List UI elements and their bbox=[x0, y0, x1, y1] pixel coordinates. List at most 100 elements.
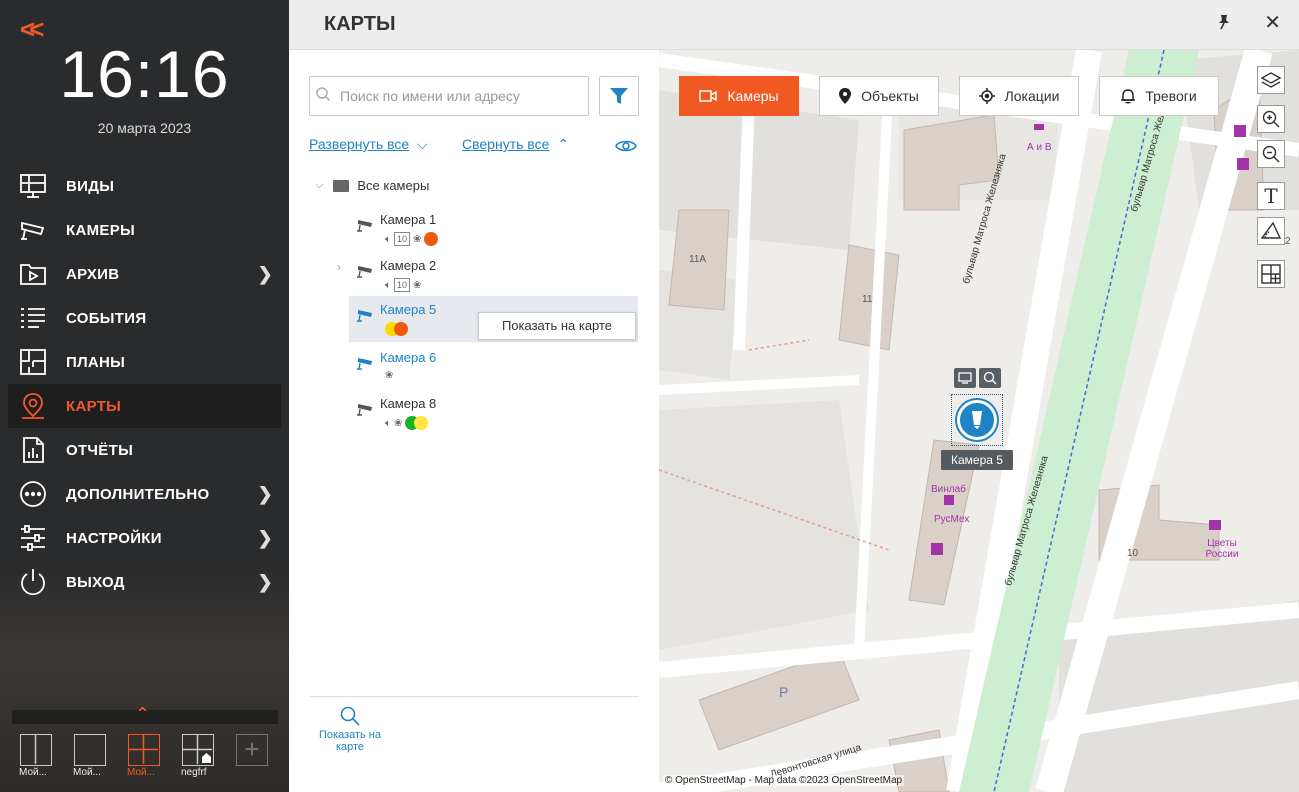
nav-item-maps[interactable]: КАРТЫ bbox=[8, 384, 281, 428]
camera-row[interactable]: Камера 1 🔈︎ 10 ❀ bbox=[349, 206, 638, 252]
nav-label: ОТЧЁТЫ bbox=[66, 441, 134, 459]
layout-thumbnail[interactable]: Мой... bbox=[73, 734, 106, 778]
tab-alarms[interactable]: Тревоги bbox=[1099, 76, 1219, 116]
camera-marker-label: Камера 5 bbox=[941, 450, 1013, 470]
expand-all-link[interactable]: Развернуть все ⌵ bbox=[309, 136, 428, 153]
nav-item-events[interactable]: СОБЫТИЯ bbox=[0, 296, 289, 340]
badge-10: 10 bbox=[394, 232, 411, 246]
status-dot bbox=[424, 232, 439, 246]
poi-label: А и В bbox=[1027, 142, 1052, 153]
search-icon[interactable] bbox=[979, 368, 1001, 388]
nav-item-more[interactable]: ДОПОЛНИТЕЛЬНО ❯ bbox=[0, 472, 289, 516]
layout-label: Мой... bbox=[127, 767, 155, 778]
floorplan-icon bbox=[18, 347, 48, 377]
nav-item-archive[interactable]: АРХИВ ❯ bbox=[0, 252, 289, 296]
tree-root-label: Все камеры bbox=[357, 178, 430, 193]
layout-label: Мой... bbox=[73, 767, 101, 778]
nav-item-exit[interactable]: ВЫХОД ❯ bbox=[0, 560, 289, 604]
add-layout-button[interactable]: + bbox=[236, 734, 268, 766]
bell-icon bbox=[1121, 89, 1136, 104]
monitor-grid-icon bbox=[18, 171, 48, 201]
map-attribution[interactable]: © OpenStreetMap - Map data ©2023 OpenStr… bbox=[663, 775, 905, 786]
clock: 16:16 bbox=[59, 37, 230, 111]
archive-folder-icon bbox=[18, 259, 48, 289]
show-on-map-popup-button[interactable]: Показать на карте bbox=[478, 312, 636, 340]
eye-icon[interactable] bbox=[615, 138, 637, 159]
sliders-icon bbox=[18, 523, 48, 553]
camera-name: Камера 6 bbox=[380, 350, 437, 365]
tree-root[interactable]: ⌵ Все камеры bbox=[315, 178, 429, 193]
zoom-out-icon[interactable] bbox=[1257, 140, 1285, 168]
pin-icon[interactable] bbox=[1217, 14, 1231, 34]
nav-label: ВИДЫ bbox=[66, 177, 115, 195]
camera-icon bbox=[357, 356, 375, 375]
nav-label: СОБЫТИЯ bbox=[66, 309, 147, 327]
brain-icon: ❀ bbox=[394, 417, 403, 429]
brain-icon: ❀ bbox=[413, 279, 422, 291]
video-camera-icon bbox=[699, 90, 718, 102]
camera-name: Камера 1 bbox=[380, 212, 437, 227]
camera-marker[interactable] bbox=[957, 400, 997, 440]
layout-thumbnail[interactable]: Мой... bbox=[19, 734, 52, 778]
tab-locations[interactable]: Локации bbox=[959, 76, 1079, 116]
chevron-right-icon: ❯ bbox=[257, 264, 273, 284]
camera-badges bbox=[385, 322, 408, 336]
chevron-right-icon: ❯ bbox=[257, 528, 273, 548]
camera-row-selected[interactable]: Камера 5 Показать на карте bbox=[349, 296, 638, 342]
map-tabs: Камеры Объекты Локации Тревоги bbox=[679, 76, 1219, 116]
tab-cameras[interactable]: Камеры bbox=[679, 76, 799, 116]
chevron-right-icon[interactable]: › bbox=[337, 260, 341, 274]
chevron-down-icon[interactable]: ⌵ bbox=[315, 179, 323, 192]
nav-item-settings[interactable]: НАСТРОЙКИ ❯ bbox=[0, 516, 289, 560]
poi-label: Цветы России bbox=[1205, 538, 1239, 560]
nav-label: ДОПОЛНИТЕЛЬНО bbox=[66, 485, 210, 503]
layout-grid-icon[interactable] bbox=[1257, 260, 1285, 288]
crosshair-icon bbox=[978, 88, 995, 104]
parking-label: P bbox=[779, 684, 789, 700]
close-icon[interactable]: ✕ bbox=[1264, 10, 1281, 35]
panel-divider bbox=[309, 696, 639, 697]
collapse-all-link[interactable]: Свернуть все ⌃ bbox=[462, 136, 569, 153]
show-on-map-button[interactable]: Показать на карте bbox=[309, 706, 391, 753]
chevron-up-icon[interactable]: ⌃ bbox=[135, 704, 150, 725]
map-view[interactable]: 11А 11 10 2 А и В Винлаб РусМех Цветы Ро… bbox=[659, 50, 1299, 792]
camera-icon bbox=[357, 218, 375, 237]
nav-item-reports[interactable]: ОТЧЁТЫ bbox=[0, 428, 289, 472]
filter-icon bbox=[610, 88, 628, 104]
camera-name: Камера 8 bbox=[380, 396, 437, 411]
home-icon bbox=[202, 753, 211, 763]
window-header: КАРТЫ ✕ bbox=[289, 0, 1299, 50]
search-input[interactable] bbox=[340, 85, 580, 107]
report-icon bbox=[18, 435, 48, 465]
show-on-map-label: Показать на карте bbox=[318, 729, 381, 753]
nav-label: АРХИВ bbox=[66, 265, 120, 283]
camera-icon bbox=[18, 215, 48, 245]
camera-row[interactable]: Камера 6 ❀ bbox=[349, 344, 638, 390]
zoom-in-icon[interactable] bbox=[1257, 105, 1285, 133]
sound-icon: 🔈︎ bbox=[385, 233, 391, 245]
filter-button[interactable] bbox=[599, 76, 639, 116]
events-list-icon bbox=[18, 303, 48, 333]
search-icon bbox=[316, 87, 330, 101]
measure-icon[interactable] bbox=[1257, 217, 1285, 245]
nav-item-cameras[interactable]: КАМЕРЫ bbox=[0, 208, 289, 252]
layout-thumbnail-active[interactable]: Мой... bbox=[127, 734, 160, 778]
map-pin-icon bbox=[18, 391, 48, 421]
camera-name: Камера 2 bbox=[380, 258, 437, 273]
camera-row[interactable]: Камера 8 🔈︎ ❀ bbox=[349, 390, 638, 436]
layout-label: negfrf bbox=[181, 767, 207, 778]
camera-row[interactable]: › Камера 2 🔈︎ 10 ❀ bbox=[337, 252, 638, 298]
tab-objects[interactable]: Объекты bbox=[819, 76, 939, 116]
monitor-icon[interactable] bbox=[954, 368, 976, 388]
building-number: 11 bbox=[862, 294, 873, 305]
text-tool-icon[interactable]: T bbox=[1257, 182, 1285, 210]
brain-icon: ❀ bbox=[385, 370, 394, 381]
camera-name: Камера 5 bbox=[380, 302, 437, 317]
nav-item-plans[interactable]: ПЛАНЫ bbox=[0, 340, 289, 384]
nav-item-views[interactable]: ВИДЫ bbox=[0, 164, 289, 208]
cameras-panel: Развернуть все⌵ Свернуть все⌃ ⌵ Все каме… bbox=[289, 50, 659, 792]
layouts-list: Мой... Мой... Мой... negfrf + bbox=[19, 734, 268, 778]
power-icon bbox=[18, 567, 48, 597]
layout-thumbnail[interactable]: negfrf bbox=[181, 734, 214, 778]
layers-icon[interactable] bbox=[1257, 66, 1285, 94]
